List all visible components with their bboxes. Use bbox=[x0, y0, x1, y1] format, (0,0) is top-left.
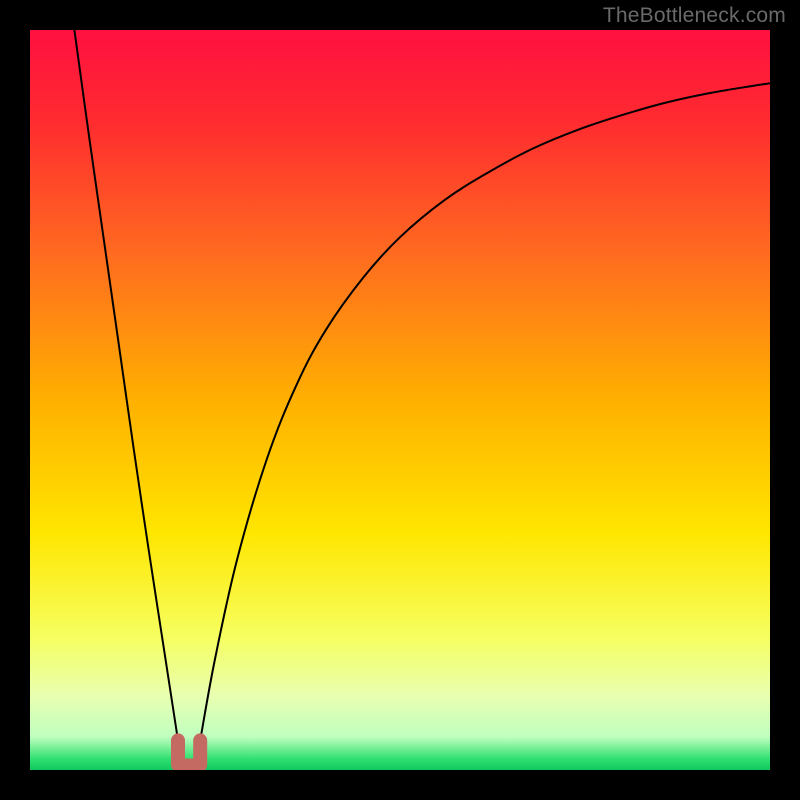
attribution-text: TheBottleneck.com bbox=[603, 4, 786, 28]
gradient-background bbox=[30, 30, 770, 770]
chart-svg bbox=[30, 30, 770, 770]
chart-frame: TheBottleneck.com bbox=[0, 0, 800, 800]
plot-area bbox=[30, 30, 770, 770]
